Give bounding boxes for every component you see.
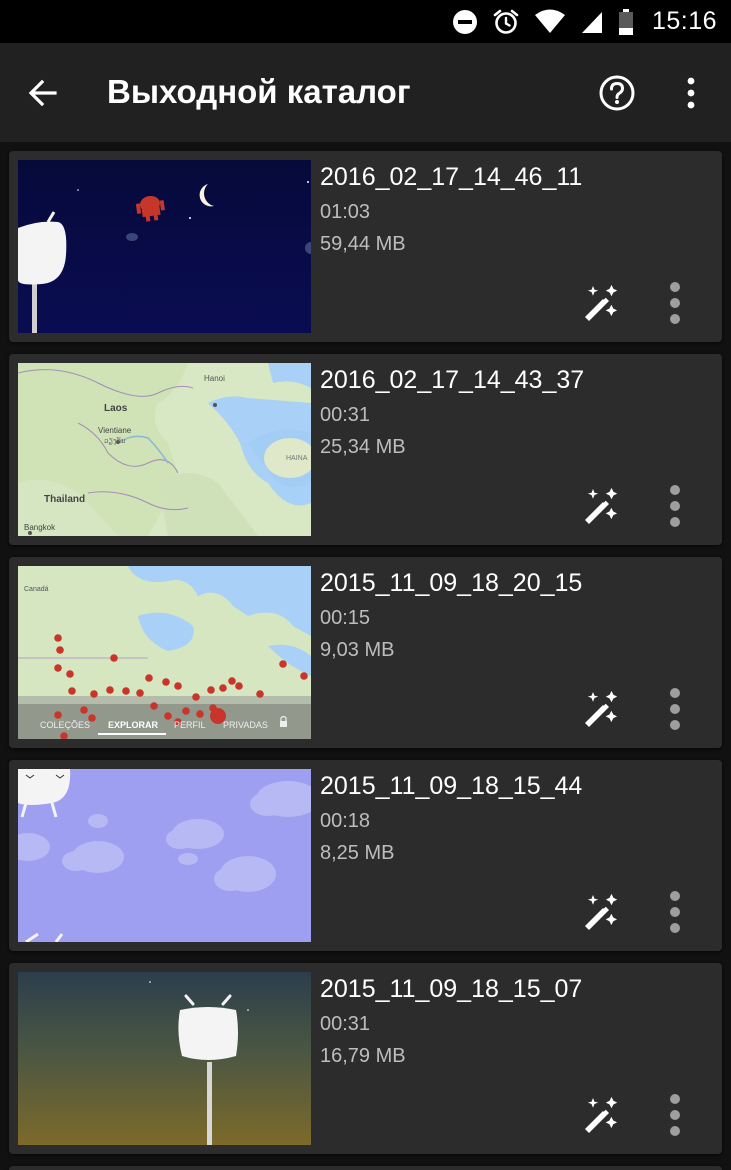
edit-button[interactable] [576,684,626,734]
more-vert-icon [670,282,680,324]
map-label-hanoi: Hanoi [204,374,225,383]
map-label-canada: Canadá [24,586,49,593]
do-not-disturb-icon [452,9,477,34]
item-more-button[interactable] [654,887,696,937]
map-label-vientiane-local: ວຽງຈັນ [104,436,126,445]
item-more-button[interactable] [654,684,696,734]
recording-name: 2016_02_17_14_46_11 [320,163,583,191]
item-more-button[interactable] [654,481,696,531]
edit-button[interactable] [576,887,626,937]
help-icon [599,75,635,111]
back-button[interactable] [20,70,66,116]
more-vert-icon [670,1094,680,1136]
map-label-bangkok: Bangkok [24,523,56,532]
more-vert-icon [670,891,680,933]
back-arrow-icon [28,79,57,107]
recording-card-partial[interactable] [9,1166,722,1170]
more-vert-icon [687,77,695,109]
recording-thumbnail: Canadá COLEÇÕES EXPLORAR PERFIL PRIVADAS [18,566,311,739]
app-bar: Выходной каталог [0,43,731,142]
magic-wand-icon [585,284,618,321]
item-more-button[interactable] [654,1090,696,1140]
more-vert-icon [670,485,680,527]
recording-card[interactable]: 2015_11_09_18_15_07 00:31 16,79 MB [9,963,722,1154]
recording-card[interactable]: Hanoi Laos Vientiane ວຽງຈັນ HAINA Thaila… [9,354,722,545]
recording-name: 2015_11_09_18_20_15 [320,569,583,597]
status-time: 15:16 [651,7,717,35]
overflow-menu-button[interactable] [668,70,714,116]
recording-size: 25,34 MB [320,436,406,458]
alarm-icon [493,9,519,34]
magic-wand-icon [585,690,618,727]
recording-duration: 01:03 [320,201,371,223]
recording-duration: 00:31 [320,404,371,426]
status-icons: 15:16 [452,0,717,43]
status-bar: 15:16 [0,0,731,43]
map-tab-explore: EXPLORAR [108,720,159,730]
cell-signal-icon [581,11,602,33]
recording-thumbnail [18,972,311,1145]
wifi-icon [534,9,565,33]
page-title: Выходной каталог [107,73,411,110]
map-label-vientiane: Vientiane [98,426,132,435]
recording-card[interactable]: 2016_02_17_14_46_11 01:03 59,44 MB [9,151,722,342]
item-more-button[interactable] [654,278,696,328]
recording-size: 59,44 MB [320,233,406,255]
edit-button[interactable] [576,481,626,531]
magic-wand-icon [585,1096,618,1133]
recording-name: 2015_11_09_18_15_44 [320,772,583,800]
edit-button[interactable] [576,1090,626,1140]
help-button[interactable] [594,70,640,116]
recording-name: 2016_02_17_14_43_37 [320,366,585,394]
recording-thumbnail [18,769,311,942]
recording-card[interactable]: Canadá COLEÇÕES EXPLORAR PERFIL PRIVADAS… [9,557,722,748]
recording-duration: 00:18 [320,810,371,832]
map-tab-collections: COLEÇÕES [40,720,90,730]
map-label-laos: Laos [104,403,128,414]
magic-wand-icon [585,893,618,930]
recording-card[interactable]: 2015_11_09_18_15_44 00:18 8,25 MB [9,760,722,951]
recording-thumbnail [18,160,311,333]
recording-thumbnail: Hanoi Laos Vientiane ວຽງຈັນ HAINA Thaila… [18,363,311,536]
battery-icon [618,8,633,35]
recording-duration: 00:15 [320,607,371,629]
more-vert-icon [670,688,680,730]
recording-size: 9,03 MB [320,639,395,661]
map-tab-profile: PERFIL [174,720,206,730]
recordings-list[interactable]: 2016_02_17_14_46_11 01:03 59,44 MB Hanoi… [0,142,731,1170]
recording-size: 16,79 MB [320,1045,406,1067]
magic-wand-icon [585,487,618,524]
map-tab-private: PRIVADAS [223,720,268,730]
edit-button[interactable] [576,278,626,328]
map-label-hainan: HAINA [286,455,308,462]
recording-duration: 00:31 [320,1013,371,1035]
recording-size: 8,25 MB [320,842,395,864]
recording-name: 2015_11_09_18_15_07 [320,975,583,1003]
map-label-thailand: Thailand [44,494,85,505]
